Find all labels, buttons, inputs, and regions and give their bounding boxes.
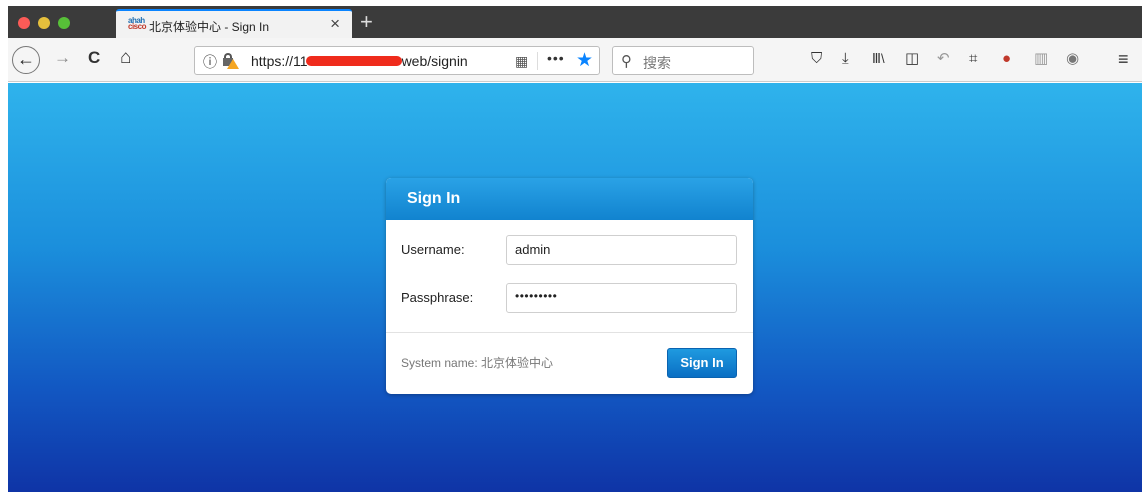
book-icon[interactable]: ▥ [1034,50,1048,68]
url-text[interactable]: https://11 web/signin [251,53,468,69]
search-placeholder: 搜索 [643,55,671,71]
search-icon: ⚲ [621,53,632,70]
extension-icon[interactable]: ● [1002,50,1011,68]
dialog-title: Sign In [386,178,753,220]
redaction-mark [305,56,402,67]
globe-icon[interactable]: ◉ [1066,50,1079,68]
url-separator [537,52,538,70]
page-actions-icon[interactable]: ••• [547,50,565,66]
tab-title: 北京体验中心 - Sign In [149,20,270,34]
sign-in-dialog: Sign In Username: admin Passphrase: ••••… [386,178,753,394]
qr-code-icon[interactable]: ▦ [515,53,528,70]
menu-icon[interactable]: ≡ [1118,50,1129,68]
sidebar-icon[interactable]: ◫ [905,50,919,68]
passphrase-label: Passphrase: [401,290,474,305]
dialog-divider [386,332,753,333]
username-label: Username: [401,242,465,257]
zoom-window-button[interactable] [58,17,70,29]
minimize-window-button[interactable] [38,17,50,29]
close-window-button[interactable] [18,17,30,29]
library-icon[interactable]: Ⅲ\ [872,50,885,68]
username-field[interactable]: admin [506,235,737,265]
sign-in-button[interactable]: Sign In [667,348,737,378]
browser-window: ahah cisco 北京体验中心 - Sign In × + ← → C ⌂ ⓘ… [8,6,1142,492]
username-row: Username: admin [386,235,753,265]
page-content: Sign In Username: admin Passphrase: ••••… [8,83,1142,492]
crop-icon[interactable]: ⌗ [969,50,977,68]
pocket-icon[interactable]: ⛉ [811,50,822,68]
passphrase-row: Passphrase: ••••••••• [386,283,753,313]
url-bar[interactable]: ⓘ https://11 web/signin ▦ ••• ★ [194,46,600,75]
reload-button[interactable]: C [88,48,100,68]
home-button[interactable]: ⌂ [120,48,131,68]
new-tab-button[interactable]: + [360,9,373,35]
tab-active[interactable]: ahah cisco 北京体验中心 - Sign In × [116,9,352,38]
search-bar[interactable]: ⚲ 搜索 [612,46,754,75]
undo-icon[interactable]: ↶ [937,50,950,68]
cisco-favicon-icon: ahah cisco [128,16,146,31]
insecure-lock-icon[interactable] [223,53,239,69]
forward-button[interactable]: → [54,48,71,68]
tab-close-icon[interactable]: × [330,14,340,34]
tab-bar: ahah cisco 北京体验中心 - Sign In × + [8,6,1142,38]
download-icon[interactable]: ⤓ [842,50,849,68]
passphrase-field[interactable]: ••••••••• [506,283,737,313]
bookmark-star-icon[interactable]: ★ [576,49,593,72]
back-button[interactable]: ← [12,46,40,74]
info-icon[interactable]: ⓘ [203,52,217,72]
navigation-toolbar: ← → C ⌂ ⓘ https://11 web/signin ▦ ••• ★ ⚲… [8,38,1142,82]
system-name: System name: 北京体验中心 [401,356,554,370]
